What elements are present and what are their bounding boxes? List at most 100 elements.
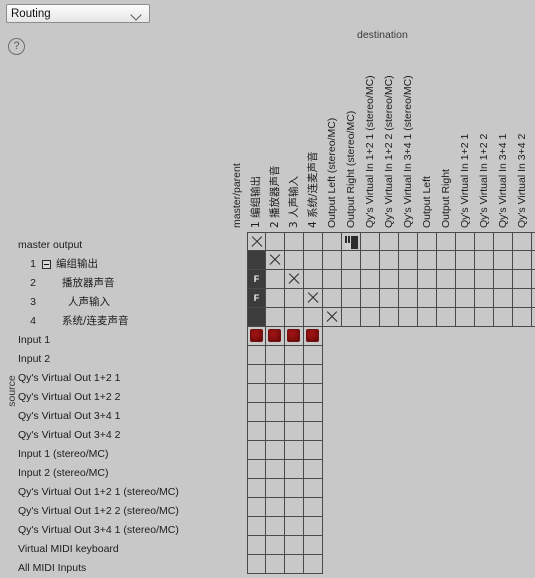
matrix-cell[interactable] (285, 289, 304, 308)
matrix-cell[interactable] (361, 270, 380, 289)
matrix-cell[interactable] (247, 308, 266, 327)
row-label[interactable]: 3 人声输入 (0, 293, 247, 312)
matrix-cell[interactable] (285, 517, 304, 536)
matrix-cell[interactable] (247, 251, 266, 270)
matrix-cell[interactable] (266, 555, 285, 574)
matrix-cell[interactable] (247, 232, 266, 251)
matrix-cell[interactable] (475, 270, 494, 289)
matrix-cell[interactable] (456, 270, 475, 289)
matrix-cell[interactable] (456, 289, 475, 308)
expander-icon[interactable] (42, 260, 51, 269)
matrix-cell[interactable] (247, 555, 266, 574)
row-label[interactable]: Qy's Virtual Out 3+4 2 (0, 426, 247, 445)
matrix-cell[interactable] (304, 479, 323, 498)
matrix-cell[interactable] (513, 289, 532, 308)
matrix-cell[interactable] (304, 441, 323, 460)
matrix-cell[interactable] (285, 308, 304, 327)
row-label[interactable]: 1 编组输出 (0, 255, 247, 274)
row-label[interactable]: Qy's Virtual Out 3+4 1 (0, 407, 247, 426)
mode-select[interactable]: Routing (6, 4, 150, 23)
matrix-cell[interactable] (285, 251, 304, 270)
row-label[interactable]: Input 1 (stereo/MC) (0, 445, 247, 464)
matrix-cell[interactable] (285, 536, 304, 555)
matrix-cell[interactable] (456, 308, 475, 327)
matrix-cell[interactable] (494, 308, 513, 327)
matrix-cell[interactable] (285, 479, 304, 498)
matrix-cell[interactable] (494, 232, 513, 251)
matrix-cell[interactable] (304, 460, 323, 479)
matrix-cell[interactable] (323, 289, 342, 308)
matrix-cell[interactable] (323, 232, 342, 251)
matrix-cell[interactable] (304, 270, 323, 289)
matrix-cell[interactable] (285, 365, 304, 384)
matrix-cell[interactable] (247, 403, 266, 422)
matrix-cell[interactable] (266, 308, 285, 327)
row-label[interactable]: Qy's Virtual Out 1+2 1 (0, 369, 247, 388)
matrix-cell[interactable] (399, 308, 418, 327)
matrix-cell[interactable] (266, 536, 285, 555)
matrix-cell[interactable] (380, 251, 399, 270)
row-label[interactable]: Virtual MIDI keyboard (0, 540, 247, 559)
matrix-cell[interactable] (266, 270, 285, 289)
matrix-cell[interactable] (304, 289, 323, 308)
row-label[interactable]: Input 1 (0, 331, 247, 350)
matrix-cell[interactable] (304, 327, 323, 346)
matrix-cell[interactable] (266, 498, 285, 517)
matrix-cell[interactable] (456, 232, 475, 251)
matrix-cell[interactable] (247, 346, 266, 365)
matrix-cell[interactable] (266, 403, 285, 422)
row-label[interactable]: Qy's Virtual Out 1+2 1 (stereo/MC) (0, 483, 247, 502)
row-label[interactable]: Qy's Virtual Out 1+2 2 (stereo/MC) (0, 502, 247, 521)
matrix-cell[interactable] (304, 498, 323, 517)
matrix-cell[interactable] (304, 403, 323, 422)
matrix-cell[interactable] (456, 251, 475, 270)
matrix-cell[interactable] (494, 251, 513, 270)
matrix-cell[interactable]: F (247, 270, 266, 289)
row-label[interactable]: 2 播放器声音 (0, 274, 247, 293)
matrix-cell[interactable] (475, 308, 494, 327)
matrix-cell[interactable] (399, 270, 418, 289)
row-label[interactable]: All MIDI Inputs (0, 559, 247, 578)
row-label[interactable]: Input 2 (0, 350, 247, 369)
matrix-cell[interactable] (399, 289, 418, 308)
matrix-cell[interactable] (304, 517, 323, 536)
matrix-cell[interactable] (513, 308, 532, 327)
matrix-cell[interactable] (285, 403, 304, 422)
matrix-cell[interactable] (266, 289, 285, 308)
help-icon[interactable]: ? (8, 38, 25, 55)
matrix-cell[interactable] (247, 441, 266, 460)
matrix-cell[interactable] (418, 289, 437, 308)
matrix-cell[interactable] (266, 441, 285, 460)
matrix-cell[interactable] (266, 460, 285, 479)
matrix-cell[interactable] (285, 232, 304, 251)
matrix-cell[interactable] (418, 270, 437, 289)
matrix-cell[interactable] (266, 327, 285, 346)
matrix-cell[interactable] (380, 232, 399, 251)
matrix-cell[interactable] (342, 270, 361, 289)
matrix-cell[interactable] (399, 251, 418, 270)
matrix-cell[interactable] (304, 232, 323, 251)
matrix-cell[interactable] (304, 536, 323, 555)
matrix-cell[interactable] (399, 232, 418, 251)
matrix-cell[interactable] (285, 422, 304, 441)
matrix-cell[interactable] (304, 346, 323, 365)
matrix-cell[interactable] (266, 232, 285, 251)
matrix-cell[interactable] (418, 232, 437, 251)
row-label[interactable]: Qy's Virtual Out 3+4 1 (stereo/MC) (0, 521, 247, 540)
row-label[interactable]: Input 2 (stereo/MC) (0, 464, 247, 483)
matrix-cell[interactable] (266, 479, 285, 498)
matrix-cell[interactable] (342, 251, 361, 270)
matrix-cell[interactable] (304, 384, 323, 403)
matrix-cell[interactable] (247, 479, 266, 498)
matrix-cell[interactable] (247, 422, 266, 441)
matrix-cell[interactable] (437, 289, 456, 308)
matrix-cell[interactable] (475, 289, 494, 308)
matrix-cell[interactable] (380, 289, 399, 308)
matrix-cell[interactable] (380, 270, 399, 289)
matrix-cell[interactable] (513, 251, 532, 270)
matrix-cell[interactable] (285, 384, 304, 403)
matrix-cell[interactable] (266, 517, 285, 536)
matrix-cell[interactable] (304, 555, 323, 574)
matrix-cell[interactable] (361, 308, 380, 327)
matrix-cell[interactable] (323, 308, 342, 327)
